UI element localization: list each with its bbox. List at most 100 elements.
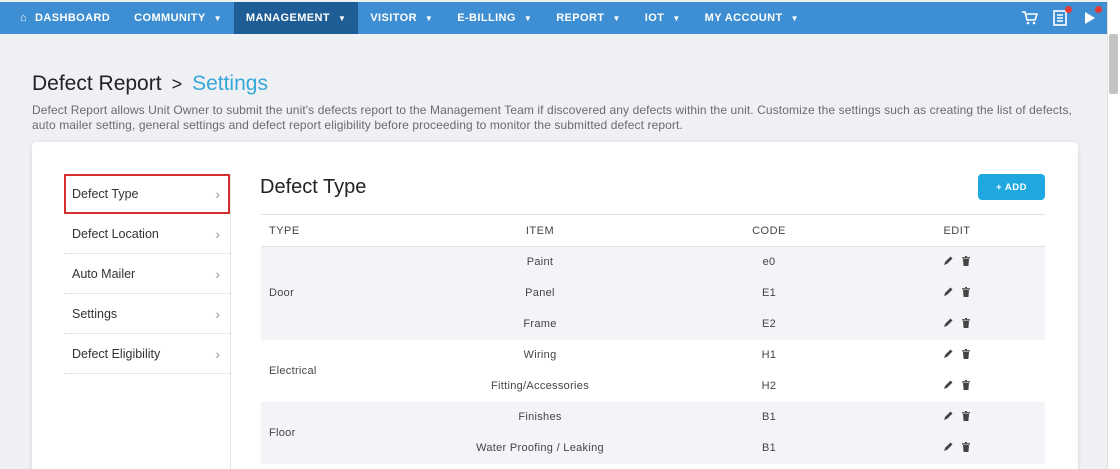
caret-down-icon: ▼	[612, 13, 621, 23]
nav-item-visitor[interactable]: VISITOR ▼	[358, 2, 445, 34]
nav-item-label: VISITOR	[370, 12, 417, 24]
defect-type-table: TYPE ITEM CODE EDIT Door Paint e0 Panel E1 Fr…	[261, 214, 1045, 464]
nav-item-label: IOT	[644, 12, 665, 24]
table-row: Electrical Wiring H1	[261, 339, 1045, 402]
nav-item-label: MY ACCOUNT	[704, 12, 783, 24]
chevron-right-icon: ›	[215, 186, 220, 202]
chevron-right-icon: ›	[215, 226, 220, 242]
delete-trash-icon[interactable]	[961, 410, 971, 421]
cell-type: Door	[261, 246, 411, 340]
cell-code: H2	[669, 370, 869, 402]
column-header-item: ITEM	[411, 214, 669, 247]
nav-right-icons	[1021, 2, 1102, 34]
cell-item: Frame	[411, 308, 669, 340]
nav-item-community[interactable]: COMMUNITY ▼	[122, 2, 234, 34]
side-menu-item-auto-mailer[interactable]: Auto Mailer ›	[64, 254, 230, 294]
cell-edit	[869, 370, 1045, 402]
delete-trash-icon[interactable]	[961, 286, 971, 297]
nav-item-label: REPORT	[556, 12, 605, 24]
content-title: Defect Type	[260, 176, 367, 198]
breadcrumb: Defect Report > Settings	[32, 72, 268, 96]
column-header-type: TYPE	[261, 214, 411, 247]
side-menu-item-label: Defect Location	[72, 226, 159, 241]
scrollbar-thumb[interactable]	[1109, 34, 1118, 94]
caret-down-icon: ▼	[337, 13, 347, 23]
notes-badge	[1065, 6, 1072, 13]
top-navigation-bar: ⌂ DASHBOARD COMMUNITY ▼ MANAGEMENT ▼ VISITOR ▼ E…	[0, 2, 1107, 34]
cell-code: B1	[669, 401, 869, 433]
column-header-edit: EDIT	[869, 214, 1045, 247]
side-menu-item-label: Auto Mailer	[72, 266, 136, 281]
scrollbar[interactable]	[1107, 0, 1120, 469]
edit-pencil-icon[interactable]	[943, 349, 953, 359]
nav-item-my-account[interactable]: MY ACCOUNT ▼	[693, 2, 811, 34]
edit-pencil-icon[interactable]	[943, 287, 953, 297]
caret-down-icon: ▼	[523, 13, 533, 23]
side-menu-item-label: Settings	[72, 306, 118, 321]
breadcrumb-root[interactable]: Defect Report	[32, 72, 162, 96]
add-button[interactable]: + ADD	[978, 174, 1045, 200]
cell-item: Finishes	[411, 401, 669, 433]
delete-trash-icon[interactable]	[961, 348, 971, 359]
cell-item: Wiring	[411, 339, 669, 371]
side-menu-item-defect-location[interactable]: Defect Location ›	[64, 214, 230, 254]
cell-edit	[869, 246, 1045, 278]
nav-item-label: COMMUNITY	[134, 12, 206, 24]
caret-down-icon: ▼	[790, 13, 799, 23]
cell-item: Panel	[411, 277, 669, 309]
settings-card: Defect Type › Defect Location › Auto Mailer ›…	[32, 142, 1078, 469]
edit-pencil-icon[interactable]	[943, 256, 953, 266]
column-header-code: CODE	[669, 214, 869, 247]
edit-pencil-icon[interactable]	[943, 318, 953, 328]
table-row: Door Paint e0	[261, 246, 1045, 340]
cell-edit	[869, 401, 1045, 433]
bell-badge	[1095, 6, 1102, 13]
cell-edit	[869, 277, 1045, 309]
cell-code: H1	[669, 339, 869, 371]
chevron-right-icon: ›	[215, 266, 220, 282]
cell-edit	[869, 308, 1045, 340]
cell-code: B1	[669, 432, 869, 464]
table-row: Floor Finishes B1	[261, 401, 1045, 464]
cell-type: Electrical	[261, 339, 411, 402]
cell-edit	[869, 432, 1045, 464]
nav-item-e-billing[interactable]: E-BILLING ▼	[445, 2, 544, 34]
bell-icon[interactable]	[1081, 6, 1102, 27]
side-menu-item-defect-eligibility[interactable]: Defect Eligibility ›	[64, 334, 230, 374]
delete-trash-icon[interactable]	[961, 379, 971, 390]
nav-item-label: DASHBOARD	[35, 12, 111, 24]
nav-item-iot[interactable]: IOT ▼	[633, 2, 693, 34]
delete-trash-icon[interactable]	[961, 317, 971, 328]
side-menu-item-label: Defect Type	[72, 187, 139, 201]
cell-type: Floor	[261, 401, 411, 464]
breadcrumb-current: Settings	[192, 72, 268, 95]
edit-pencil-icon[interactable]	[943, 380, 953, 390]
nav-item-label: MANAGEMENT	[245, 12, 330, 24]
nav-item-management[interactable]: MANAGEMENT ▼	[233, 2, 359, 34]
chevron-right-icon: ›	[215, 306, 220, 322]
caret-down-icon: ▼	[213, 13, 222, 23]
notes-icon[interactable]	[1051, 6, 1072, 27]
caret-down-icon: ▼	[424, 13, 434, 23]
cell-code: E1	[669, 277, 869, 309]
nav-item-report[interactable]: REPORT ▼	[544, 2, 633, 34]
cart-icon[interactable]	[1021, 9, 1039, 27]
chevron-right-icon: ›	[215, 346, 220, 362]
edit-pencil-icon[interactable]	[943, 411, 953, 421]
cell-item: Fitting/Accessories	[411, 370, 669, 402]
delete-trash-icon[interactable]	[961, 255, 971, 266]
table-header-row: TYPE ITEM CODE EDIT	[261, 214, 1045, 247]
page-description: Defect Report allows Unit Owner to submi…	[32, 103, 1072, 132]
side-menu-item-defect-type[interactable]: Defect Type ›	[64, 174, 230, 214]
delete-trash-icon[interactable]	[961, 441, 971, 452]
nav-item-dashboard[interactable]: ⌂ DASHBOARD	[8, 2, 122, 34]
cell-code: e0	[669, 246, 869, 278]
side-menu-item-settings[interactable]: Settings ›	[64, 294, 230, 334]
edit-pencil-icon[interactable]	[943, 442, 953, 452]
cell-item: Water Proofing / Leaking	[411, 432, 669, 464]
side-menu-item-label: Defect Eligibility	[72, 346, 161, 361]
cell-code: E2	[669, 308, 869, 340]
cell-item: Paint	[411, 246, 669, 278]
breadcrumb-separator: >	[171, 73, 183, 94]
nav-item-label: E-BILLING	[457, 12, 516, 24]
